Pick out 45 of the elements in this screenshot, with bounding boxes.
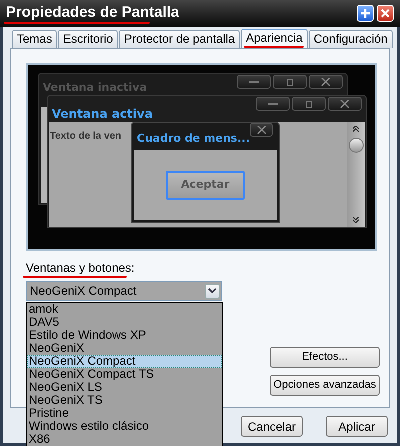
side-button[interactable]: Efectos... (270, 347, 380, 368)
dialog-button[interactable]: Cancelar (241, 416, 303, 437)
dropdown-option[interactable]: Estilo de Windows XP (27, 329, 222, 342)
tab[interactable]: Escritorio (58, 30, 118, 48)
message-box-title: Cuadro de mens... (137, 131, 250, 147)
maximize-button[interactable] (273, 75, 307, 89)
minimize-button[interactable] (237, 75, 271, 89)
close-button[interactable] (309, 75, 343, 89)
help-button[interactable] (357, 5, 374, 22)
window-title: Propiedades de Pantalla (6, 4, 180, 22)
close-icon (321, 78, 331, 86)
dropdown-option[interactable]: NeoGeniX Compact (27, 355, 222, 368)
close-button[interactable] (250, 123, 273, 137)
tab[interactable]: Protector de pantalla (119, 30, 240, 48)
dropdown-option[interactable]: NeoGeniX LS (27, 381, 222, 394)
scroll-up-icon[interactable] (353, 126, 359, 132)
tab[interactable]: Temas (12, 30, 58, 48)
dropdown-option[interactable]: amok (27, 303, 222, 316)
dropdown-option[interactable]: Pristine (27, 407, 222, 420)
side-button[interactable]: Opciones avanzadas (270, 375, 380, 396)
close-icon (256, 126, 266, 134)
plus-icon (361, 9, 370, 18)
scroll-thumb[interactable] (348, 138, 364, 153)
dialog-button[interactable]: Aplicar (326, 416, 388, 437)
dropdown-option[interactable]: NeoGeniX TS (27, 394, 222, 407)
scrollbar[interactable] (347, 122, 365, 227)
dropdown-option[interactable]: Windows estilo clásico (27, 420, 222, 433)
maximize-button[interactable] (292, 97, 326, 111)
window-text: Texto de la ven (50, 131, 122, 142)
annotation-underline (244, 46, 304, 48)
close-button[interactable] (328, 97, 362, 111)
dropdown-option[interactable]: NeoGeniX (27, 342, 222, 355)
close-icon (340, 100, 350, 108)
inactive-window-title: Ventana inactiva (43, 81, 148, 94)
chevron-down-icon (208, 288, 217, 294)
dropdown-option[interactable]: NeoGeniX Compact TS (27, 368, 222, 381)
scroll-down-icon[interactable] (353, 217, 359, 223)
close-icon (381, 9, 390, 18)
theme-dropdown[interactable]: NeoGeniX Compact (26, 281, 222, 301)
active-window-title: Ventana activa (52, 106, 153, 123)
tab[interactable]: Configuración (308, 30, 393, 48)
field-label: Ventanas y botones: (26, 261, 135, 276)
minimize-button[interactable] (256, 97, 290, 111)
dropdown-option[interactable]: X86 (27, 433, 222, 446)
dropdown-option[interactable]: DAV5 (27, 316, 222, 329)
